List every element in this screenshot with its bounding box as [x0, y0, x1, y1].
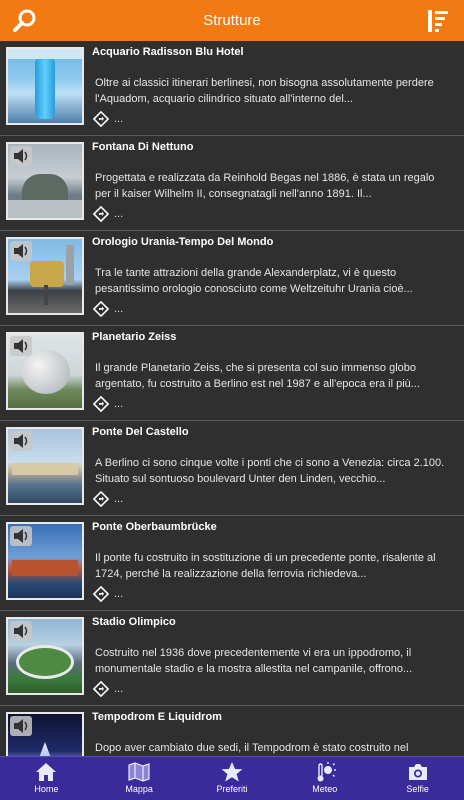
list-item[interactable]: Planetario Zeiss Il grande Planetario Ze…	[0, 326, 464, 421]
item-thumbnail	[6, 427, 84, 505]
item-title: Tempodrom E Liquidrom	[92, 711, 222, 723]
directions-icon[interactable]	[93, 491, 109, 507]
audio-icon[interactable]	[10, 621, 32, 641]
item-thumbnail	[6, 712, 84, 756]
tab-label: Selfie	[406, 784, 429, 794]
audio-icon[interactable]	[10, 241, 32, 261]
tab-label: Home	[34, 784, 59, 794]
list-item[interactable]: Stadio Olimpico Costruito nel 1936 dove …	[0, 611, 464, 706]
tab-label: Meteo	[312, 784, 338, 794]
star-icon	[221, 762, 243, 782]
item-more[interactable]: ...	[114, 493, 123, 505]
item-description: Progettata e realizzata da Reinhold Bega…	[95, 172, 435, 200]
item-description: A Berlino ci sono cinque volte i ponti c…	[95, 457, 445, 485]
item-more[interactable]: ...	[114, 683, 123, 695]
audio-icon[interactable]	[10, 146, 32, 166]
list-item[interactable]: Acquario Radisson Blu Hotel Oltre ai cla…	[0, 41, 464, 136]
tab-selfie[interactable]: Selfie	[371, 757, 464, 800]
item-title: Planetario Zeiss	[92, 331, 177, 343]
audio-icon[interactable]	[10, 716, 32, 736]
page-title: Strutture	[203, 12, 261, 29]
directions-icon[interactable]	[93, 586, 109, 602]
item-title: Acquario Radisson Blu Hotel	[92, 46, 244, 58]
item-thumbnail	[6, 237, 84, 315]
item-description: Dopo aver cambiato due sedi, il Tempodro…	[95, 742, 409, 754]
item-title: Ponte Oberbaumbrücke	[92, 521, 217, 533]
bottom-navigation: Home Mappa Preferiti Meteo Selfie	[0, 756, 464, 800]
list-item[interactable]: Fontana Di Nettuno Progettata e realizza…	[0, 136, 464, 231]
item-description: Il grande Planetario Zeiss, che si prese…	[95, 362, 420, 390]
item-title: Orologio Urania-Tempo Del Mondo	[92, 236, 274, 248]
directions-icon[interactable]	[93, 681, 109, 697]
map-icon	[128, 762, 150, 782]
item-more[interactable]: ...	[114, 113, 123, 125]
directions-icon[interactable]	[93, 301, 109, 317]
home-icon	[36, 763, 57, 781]
directions-icon[interactable]	[93, 206, 109, 222]
app-header: Strutture	[0, 0, 464, 41]
item-description: Oltre ai classici itinerari berlinesi, n…	[95, 77, 434, 105]
tab-home[interactable]: Home	[0, 757, 93, 800]
item-description: Costruito nel 1936 dove precedentemente …	[95, 647, 413, 675]
item-thumbnail	[6, 47, 84, 125]
tab-label: Preferiti	[216, 784, 248, 794]
item-thumbnail	[6, 617, 84, 695]
item-more[interactable]: ...	[114, 303, 123, 315]
item-more[interactable]: ...	[114, 208, 123, 220]
search-icon[interactable]	[12, 8, 38, 34]
tab-label: Mappa	[125, 784, 153, 794]
item-more[interactable]: ...	[114, 398, 123, 410]
weather-icon	[317, 762, 336, 782]
item-description: Il ponte fu costruito in sostituzione di…	[95, 552, 436, 580]
audio-icon[interactable]	[10, 431, 32, 451]
sort-list-icon[interactable]	[426, 8, 450, 34]
directions-icon[interactable]	[93, 396, 109, 412]
item-title: Fontana Di Nettuno	[92, 141, 194, 153]
item-more[interactable]: ...	[114, 588, 123, 600]
structures-list[interactable]: Acquario Radisson Blu Hotel Oltre ai cla…	[0, 41, 464, 756]
item-thumbnail	[6, 522, 84, 600]
list-item[interactable]: Orologio Urania-Tempo Del Mondo Tra le t…	[0, 231, 464, 326]
item-description: Tra le tante attrazioni della grande Ale…	[95, 267, 413, 295]
camera-icon	[408, 764, 427, 780]
item-title: Stadio Olimpico	[92, 616, 176, 628]
audio-icon[interactable]	[10, 526, 32, 546]
list-item[interactable]: Tempodrom E Liquidrom Dopo aver cambiato…	[0, 706, 464, 756]
item-thumbnail	[6, 142, 84, 220]
item-thumbnail	[6, 332, 84, 410]
directions-icon[interactable]	[93, 111, 109, 127]
list-item[interactable]: Ponte Del Castello A Berlino ci sono cin…	[0, 421, 464, 516]
tab-favorites[interactable]: Preferiti	[186, 757, 279, 800]
tab-weather[interactable]: Meteo	[278, 757, 371, 800]
tab-map[interactable]: Mappa	[93, 757, 186, 800]
item-title: Ponte Del Castello	[92, 426, 189, 438]
audio-icon[interactable]	[10, 336, 32, 356]
list-item[interactable]: Ponte Oberbaumbrücke Il ponte fu costrui…	[0, 516, 464, 611]
